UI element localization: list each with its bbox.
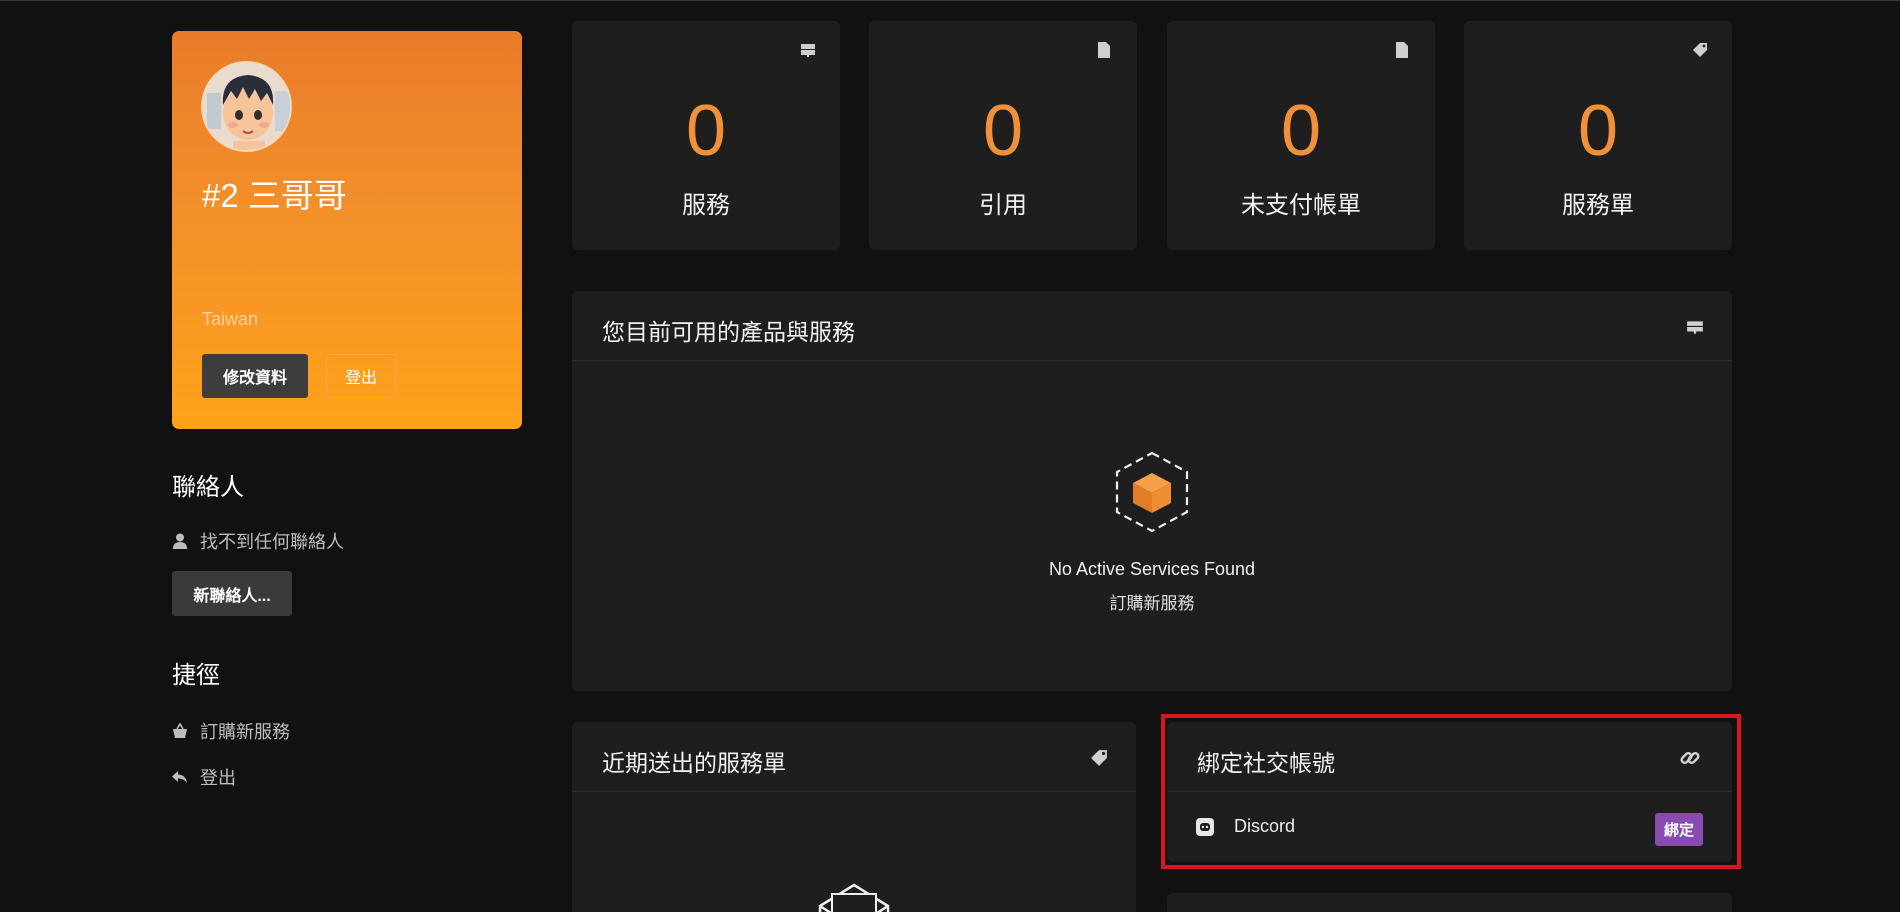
stat-value: 0: [685, 91, 727, 171]
social-name: Discord: [1234, 816, 1296, 836]
stat-tile-services[interactable]: 0 服務: [572, 21, 840, 250]
user-icon: [172, 533, 188, 549]
tag-icon: [1692, 42, 1708, 58]
tag-icon: [1090, 749, 1108, 767]
social-row-discord: Discord 綁定: [1167, 792, 1732, 862]
edit-profile-button[interactable]: 修改資料: [202, 354, 308, 398]
stat-label: 服務單: [1562, 192, 1634, 219]
document-icon: [1097, 42, 1113, 58]
envelope-icon: [818, 882, 890, 912]
back-arrow-icon: [172, 769, 188, 785]
recent-tickets-panel: 近期送出的服務單: [572, 722, 1136, 912]
profile-country: Taiwan: [202, 309, 259, 329]
stat-value: 0: [1577, 91, 1619, 171]
basket-icon: [172, 723, 188, 739]
shortcut-logout[interactable]: 登出: [172, 764, 236, 790]
link-icon: [1678, 746, 1702, 770]
logout-button[interactable]: 登出: [326, 354, 396, 398]
shortcut-order-new-service[interactable]: 訂購新服務: [172, 718, 290, 744]
profile-name: #2 三哥哥: [202, 177, 347, 214]
contacts-empty: 找不到任何聯絡人: [172, 528, 344, 554]
no-services-message: No Active Services Found: [1048, 559, 1256, 579]
stat-label: 引用: [979, 192, 1027, 219]
contacts-heading: 聯絡人: [172, 474, 244, 501]
shortcut-label: 登出: [200, 768, 236, 788]
contacts-empty-text: 找不到任何聯絡人: [200, 532, 344, 552]
stat-tile-unpaid-invoices[interactable]: 0 未支付帳單: [1167, 21, 1435, 250]
stat-label: 服務: [682, 192, 730, 219]
shortcuts-heading: 捷徑: [172, 662, 220, 689]
panel-header: 綁定社交帳號: [1167, 722, 1732, 792]
document-icon: [1395, 42, 1411, 58]
top-border: [0, 0, 1900, 1]
stat-value: 0: [1280, 91, 1322, 171]
panel-title: 近期送出的服務單: [602, 750, 786, 776]
new-contact-button[interactable]: 新聯絡人...: [172, 571, 292, 616]
stat-label: 未支付帳單: [1241, 192, 1361, 219]
shortcut-label: 訂購新服務: [200, 722, 290, 742]
stat-value: 0: [982, 91, 1024, 171]
panel-title: 您目前可用的產品與服務: [602, 319, 855, 345]
server-icon: [1686, 318, 1704, 336]
stat-tile-tickets[interactable]: 0 服務單: [1464, 21, 1732, 250]
stat-tile-quotes[interactable]: 0 引用: [869, 21, 1137, 250]
next-panel: [1167, 893, 1732, 912]
social-accounts-panel: 綁定社交帳號 Discord 綁定: [1167, 722, 1732, 862]
box-icon: [1115, 451, 1189, 533]
order-new-service-link[interactable]: 訂購新服務: [572, 589, 1732, 614]
discord-icon: [1195, 817, 1215, 837]
bind-discord-button[interactable]: 綁定: [1655, 813, 1703, 846]
avatar[interactable]: [201, 61, 292, 152]
profile-card: #2 三哥哥 Taiwan 修改資料 登出: [172, 31, 522, 429]
server-icon: [800, 42, 816, 58]
services-panel: 您目前可用的產品與服務 No Active Services Found 訂購新…: [572, 291, 1732, 691]
panel-header: 您目前可用的產品與服務: [572, 291, 1732, 361]
panel-header: 近期送出的服務單: [572, 722, 1136, 792]
panel-title: 綁定社交帳號: [1197, 750, 1335, 776]
